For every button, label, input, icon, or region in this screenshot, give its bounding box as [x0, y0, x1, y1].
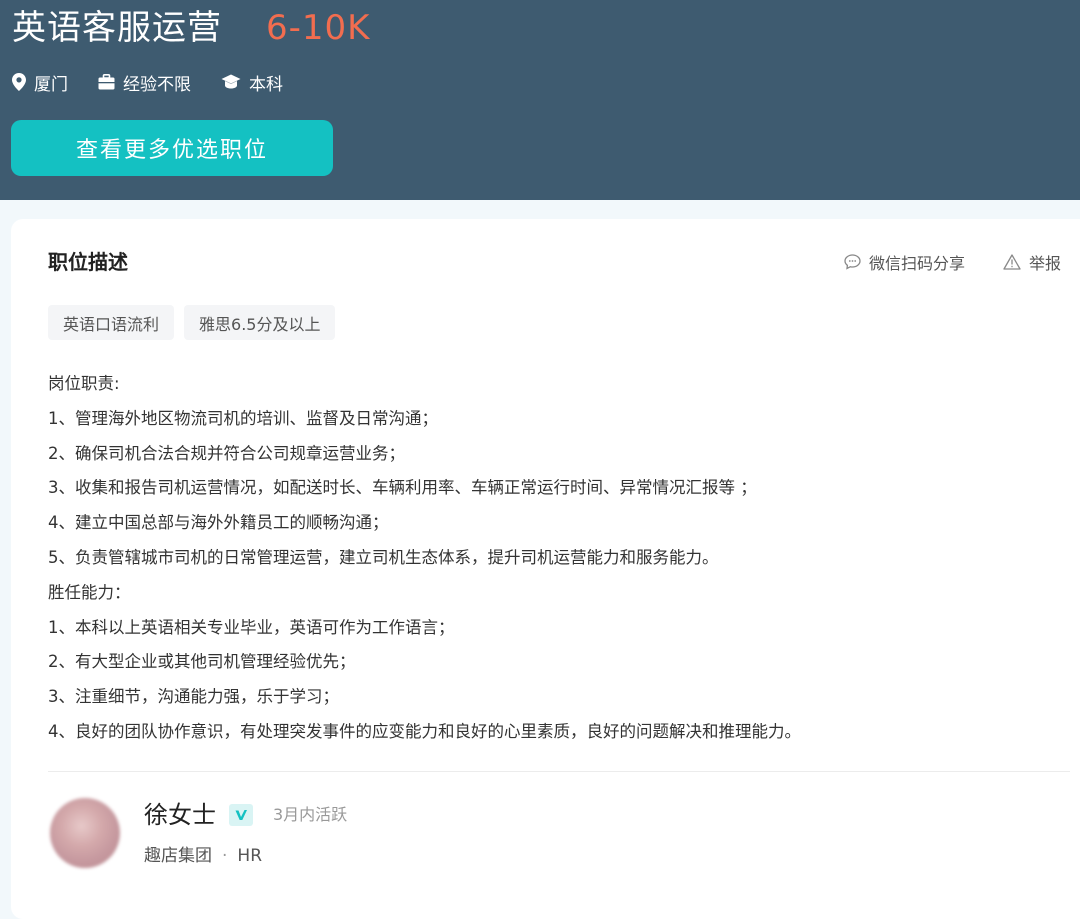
meta-location: 厦门: [12, 70, 68, 95]
desc-line: 3、收集和报告司机运营情况，如配送时长、车辆利用率、车辆正常运行时间、异常情况汇…: [48, 478, 757, 498]
desc-line: 2、确保司机合法合规并符合公司规章运营业务；: [48, 443, 405, 463]
job-meta: 厦门 经验不限 本科: [12, 70, 313, 95]
meta-experience: 经验不限: [98, 70, 191, 95]
salary: 6-10K: [266, 8, 371, 48]
job-header: 英语客服运营 6-10K 厦门 经验不限 本科 查看更多优选职位: [0, 0, 1080, 200]
meta-education: 本科: [221, 70, 283, 95]
desc-line: 4、良好的团队协作意识，有处理突发事件的应变能力和良好的心里素质，良好的问题解决…: [48, 721, 801, 741]
desc-line: 胜任能力：: [48, 582, 131, 602]
separator-dot: ·: [222, 846, 228, 866]
view-more-jobs-button[interactable]: 查看更多优选职位: [11, 120, 333, 176]
skill-tag: 英语口语流利: [48, 305, 175, 340]
verified-check-icon: [235, 810, 247, 820]
desc-line: 3、注重细节，沟通能力强，乐于学习；: [48, 687, 339, 707]
wechat-share-button[interactable]: 微信扫码分享: [844, 250, 965, 274]
location-pin-icon: [12, 73, 26, 91]
card-actions: 微信扫码分享 举报: [844, 249, 1061, 275]
briefcase-icon: [98, 74, 115, 90]
report-button[interactable]: 举报: [1003, 250, 1061, 274]
verified-badge: [229, 804, 253, 826]
warning-icon: [1003, 254, 1021, 270]
desc-line: 1、本科以上英语相关专业毕业，英语可作为工作语言；: [48, 617, 455, 637]
job-description-card: 职位描述 微信扫码分享 举报 英语口语流利 雅思6.5分及以上 岗位职责: 1、…: [11, 219, 1080, 919]
desc-line: 5、负责管辖城市司机的日常管理运营，建立司机生态体系，提升司机运营能力和服务能力…: [48, 547, 719, 567]
desc-line: 1、管理海外地区物流司机的培训、监督及日常沟通；: [48, 408, 438, 428]
divider: [48, 771, 1070, 772]
desc-line: 岗位职责:: [48, 374, 120, 393]
experience-text: 经验不限: [123, 74, 191, 95]
company-name: 趣店集团: [144, 846, 212, 866]
location-text: 厦门: [34, 74, 68, 95]
active-status: 3月内活跃: [273, 805, 348, 824]
job-description-text: 岗位职责: 1、管理海外地区物流司机的培训、监督及日常沟通； 2、确保司机合法合…: [48, 367, 1058, 750]
recruiter-name: 徐女士: [144, 801, 216, 829]
desc-line: 4、建立中国总部与海外外籍员工的顺畅沟通；: [48, 513, 389, 533]
skill-tags: 英语口语流利 雅思6.5分及以上: [48, 305, 345, 340]
job-title: 英语客服运营: [12, 8, 222, 48]
report-label: 举报: [1029, 254, 1062, 273]
recruiter-avatar[interactable]: [50, 798, 120, 868]
recruiter-role: HR: [237, 846, 263, 866]
education-text: 本科: [249, 74, 283, 95]
desc-line: 2、有大型企业或其他司机管理经验优先；: [48, 652, 356, 672]
section-title: 职位描述: [48, 250, 128, 274]
share-label: 微信扫码分享: [869, 254, 966, 273]
recruiter-company-line: 趣店集团 · HR: [144, 844, 262, 868]
chat-bubble-icon: [844, 254, 861, 270]
skill-tag: 雅思6.5分及以上: [184, 305, 336, 340]
graduation-cap-icon: [221, 74, 241, 89]
